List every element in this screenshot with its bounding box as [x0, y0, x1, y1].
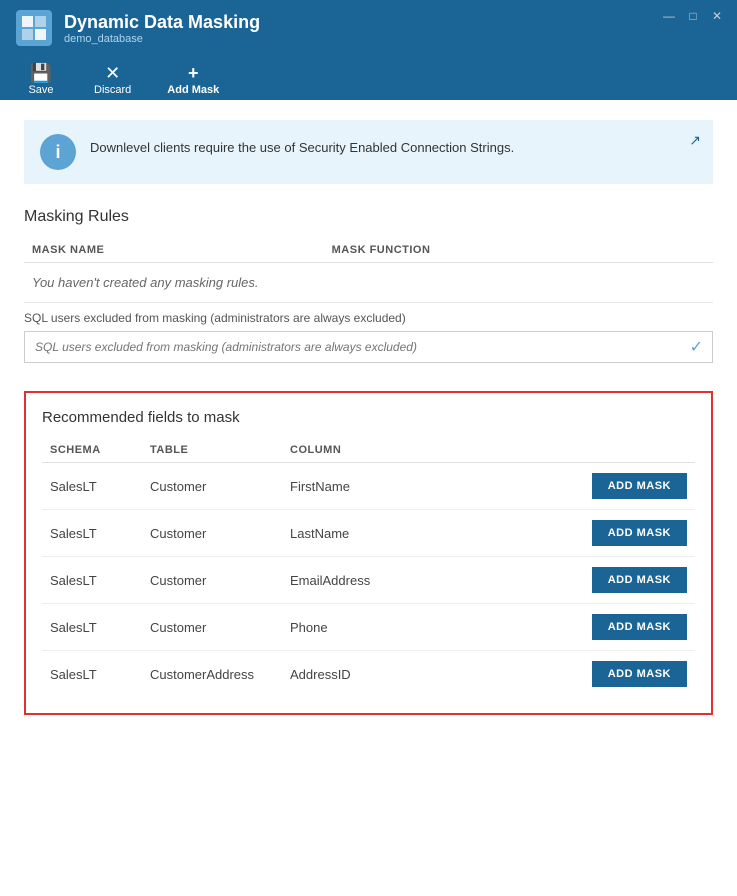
table-row: SalesLT Customer LastName ADD MASK: [42, 510, 695, 557]
table-cell: Customer: [142, 510, 282, 557]
info-link-icon[interactable]: ↗: [689, 132, 701, 149]
table-row: SalesLT CustomerAddress AddressID ADD MA…: [42, 651, 695, 698]
window-controls: — □ ✕: [661, 8, 725, 24]
title-text: Dynamic Data Masking demo_database: [64, 12, 260, 45]
content-area: i Downlevel clients require the use of S…: [0, 100, 737, 896]
schema-cell: SalesLT: [42, 557, 142, 604]
col-schema-header: SCHEMA: [42, 438, 142, 463]
table-cell: Customer: [142, 604, 282, 651]
recommended-table-header: SCHEMA TABLE COLUMN: [42, 438, 695, 463]
sql-exclusion-section: SQL users excluded from masking (adminis…: [24, 311, 713, 363]
recommended-fields-section: Recommended fields to mask SCHEMA TABLE …: [24, 391, 713, 715]
discard-button[interactable]: ✕ Discard: [86, 60, 139, 100]
sql-check-icon: ✓: [690, 337, 703, 357]
maximize-button[interactable]: □: [685, 8, 701, 24]
save-button[interactable]: 💾 Save: [16, 60, 66, 100]
title-row: Dynamic Data Masking demo_database: [16, 10, 721, 46]
info-icon: i: [40, 134, 76, 170]
masking-rules-table: MASK NAME MASK FUNCTION You haven't crea…: [24, 238, 713, 303]
column-cell: Phone: [282, 604, 442, 651]
schema-cell: SalesLT: [42, 510, 142, 557]
masking-rules-section: Masking Rules MASK NAME MASK FUNCTION Yo…: [24, 208, 713, 303]
table-cell: Customer: [142, 463, 282, 510]
schema-cell: SalesLT: [42, 651, 142, 698]
app-subtitle: demo_database: [64, 33, 260, 45]
table-cell: CustomerAddress: [142, 651, 282, 698]
col-action-header: [442, 438, 695, 463]
add-mask-icon: +: [188, 64, 199, 82]
column-cell: FirstName: [282, 463, 442, 510]
col-table-header: TABLE: [142, 438, 282, 463]
add-mask-row-button[interactable]: ADD MASK: [592, 567, 687, 593]
schema-cell: SalesLT: [42, 604, 142, 651]
toolbar: 💾 Save ✕ Discard + Add Mask: [16, 52, 721, 100]
table-row: SalesLT Customer EmailAddress ADD MASK: [42, 557, 695, 604]
column-cell: LastName: [282, 510, 442, 557]
sql-input-wrapper: ✓: [24, 331, 713, 363]
table-row: SalesLT Customer Phone ADD MASK: [42, 604, 695, 651]
recommended-title: Recommended fields to mask: [42, 409, 695, 426]
schema-cell: SalesLT: [42, 463, 142, 510]
minimize-button[interactable]: —: [661, 8, 677, 24]
col-mask-name-header: MASK NAME: [24, 238, 324, 263]
column-cell: EmailAddress: [282, 557, 442, 604]
add-mask-toolbar-button[interactable]: + Add Mask: [159, 60, 227, 100]
add-mask-label: Add Mask: [167, 84, 219, 96]
action-cell: ADD MASK: [442, 510, 695, 557]
app-icon: [16, 10, 52, 46]
table-row: SalesLT Customer FirstName ADD MASK: [42, 463, 695, 510]
empty-rules-row: You haven't created any masking rules.: [24, 263, 713, 303]
action-cell: ADD MASK: [442, 557, 695, 604]
title-bar: — □ ✕ Dynamic Data Masking demo_database…: [0, 0, 737, 100]
action-cell: ADD MASK: [442, 463, 695, 510]
masking-rules-title: Masking Rules: [24, 208, 713, 226]
col-mask-function-header: MASK FUNCTION: [324, 238, 713, 263]
main-window: — □ ✕ Dynamic Data Masking demo_database…: [0, 0, 737, 896]
sql-exclusion-input[interactable]: [24, 331, 713, 363]
action-cell: ADD MASK: [442, 651, 695, 698]
empty-rules-message: You haven't created any masking rules.: [24, 263, 713, 303]
table-cell: Customer: [142, 557, 282, 604]
info-text: Downlevel clients require the use of Sec…: [90, 134, 514, 155]
save-icon: 💾: [30, 64, 52, 82]
add-mask-row-button[interactable]: ADD MASK: [592, 614, 687, 640]
add-mask-row-button[interactable]: ADD MASK: [592, 661, 687, 687]
sql-exclusion-label: SQL users excluded from masking (adminis…: [24, 311, 713, 325]
discard-label: Discard: [94, 84, 131, 96]
col-column-header: COLUMN: [282, 438, 442, 463]
save-label: Save: [28, 84, 53, 96]
app-title: Dynamic Data Masking: [64, 12, 260, 33]
discard-icon: ✕: [105, 64, 120, 82]
add-mask-row-button[interactable]: ADD MASK: [592, 473, 687, 499]
column-cell: AddressID: [282, 651, 442, 698]
info-banner: i Downlevel clients require the use of S…: [24, 120, 713, 184]
recommended-table: SCHEMA TABLE COLUMN SalesLT Customer Fir…: [42, 438, 695, 697]
action-cell: ADD MASK: [442, 604, 695, 651]
close-button[interactable]: ✕: [709, 8, 725, 24]
add-mask-row-button[interactable]: ADD MASK: [592, 520, 687, 546]
